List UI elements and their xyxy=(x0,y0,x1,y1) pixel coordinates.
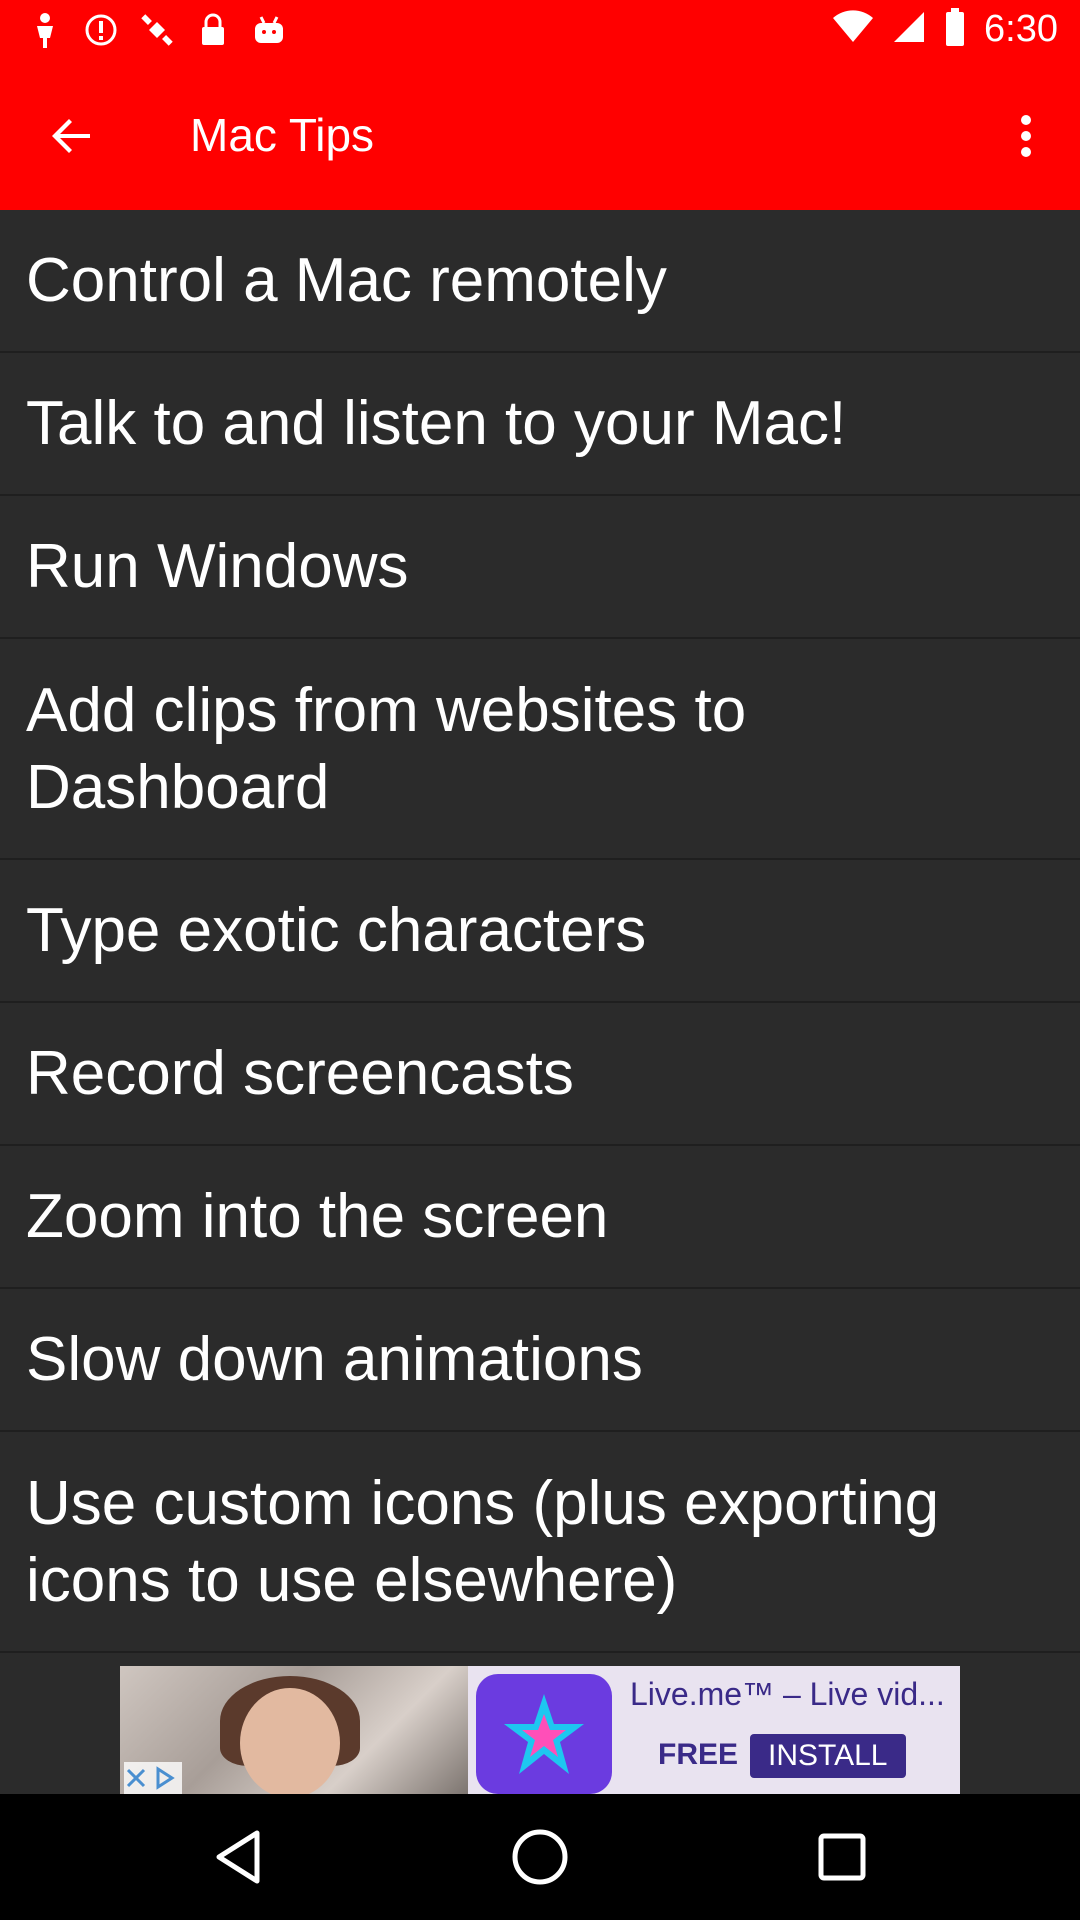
nav-home-button[interactable] xyxy=(510,1827,570,1887)
list-item-exotic-characters[interactable]: Type exotic characters xyxy=(0,860,1080,1003)
list-item-label: Talk to and listen to your Mac! xyxy=(26,389,847,458)
list-item-label: Record screencasts xyxy=(26,1039,574,1108)
arrow-left-icon xyxy=(52,119,90,153)
list-item-label: Zoom into the screen xyxy=(26,1182,609,1251)
ad-title: Live.me™ – Live vid... xyxy=(630,1676,945,1712)
satellite-icon xyxy=(140,12,174,48)
list-item-slow-animations[interactable]: Slow down animations xyxy=(0,1289,1080,1432)
adchoices-icon xyxy=(156,1766,175,1790)
list-item-custom-icons[interactable]: Use custom icons (plus exporting icons t… xyxy=(0,1432,1080,1653)
liveme-logo-icon xyxy=(476,1674,612,1794)
nav-back-button[interactable] xyxy=(208,1827,268,1887)
list-item-label: Type exotic characters xyxy=(26,896,647,965)
person-icon xyxy=(28,12,62,48)
list-item-add-clips[interactable]: Add clips from websites to Dashboard xyxy=(0,639,1080,860)
list-item-talk-listen[interactable]: Talk to and listen to your Mac! xyxy=(0,353,1080,496)
list-item-label: Use custom icons (plus exporting icons t… xyxy=(26,1468,940,1615)
navigation-bar xyxy=(0,1794,1080,1920)
status-bar: 6:30 xyxy=(0,0,1080,62)
more-vert-icon xyxy=(1021,115,1031,157)
close-icon xyxy=(126,1768,146,1788)
triangle-back-icon xyxy=(216,1830,260,1884)
circle-home-icon xyxy=(512,1829,568,1885)
status-time: 6:30 xyxy=(984,8,1058,50)
page-title: Mac Tips xyxy=(190,109,375,161)
list-item-record-screencasts[interactable]: Record screencasts xyxy=(0,1003,1080,1146)
ad-close-button[interactable] xyxy=(124,1762,182,1794)
alert-icon xyxy=(84,12,118,48)
list-item-label: Run Windows xyxy=(26,532,409,601)
list-item-label: Slow down animations xyxy=(26,1325,643,1394)
tips-list: Control a Mac remotely Talk to and liste… xyxy=(0,210,1080,1653)
android-icon xyxy=(252,12,286,48)
ad-install-button[interactable]: INSTALL xyxy=(750,1734,906,1778)
overflow-menu-button[interactable] xyxy=(994,104,1058,168)
back-button[interactable] xyxy=(40,104,104,168)
battery-icon xyxy=(944,8,966,51)
list-item-label: Control a Mac remotely xyxy=(26,246,667,315)
signal-icon xyxy=(892,10,926,49)
ad-banner[interactable]: Live.me™ – Live vid... FREE INSTALL xyxy=(120,1666,960,1794)
list-item-run-windows[interactable]: Run Windows xyxy=(0,496,1080,639)
list-item-zoom-screen[interactable]: Zoom into the screen xyxy=(0,1146,1080,1289)
list-item-label: Add clips from websites to Dashboard xyxy=(26,675,747,822)
ad-free-label: FREE xyxy=(658,1738,739,1771)
lock-icon xyxy=(196,12,230,48)
wifi-icon xyxy=(832,10,874,49)
list-item-control-remotely[interactable]: Control a Mac remotely xyxy=(0,210,1080,353)
square-recents-icon xyxy=(818,1833,866,1881)
nav-recents-button[interactable] xyxy=(812,1827,872,1887)
app-bar: Mac Tips xyxy=(0,62,1080,210)
